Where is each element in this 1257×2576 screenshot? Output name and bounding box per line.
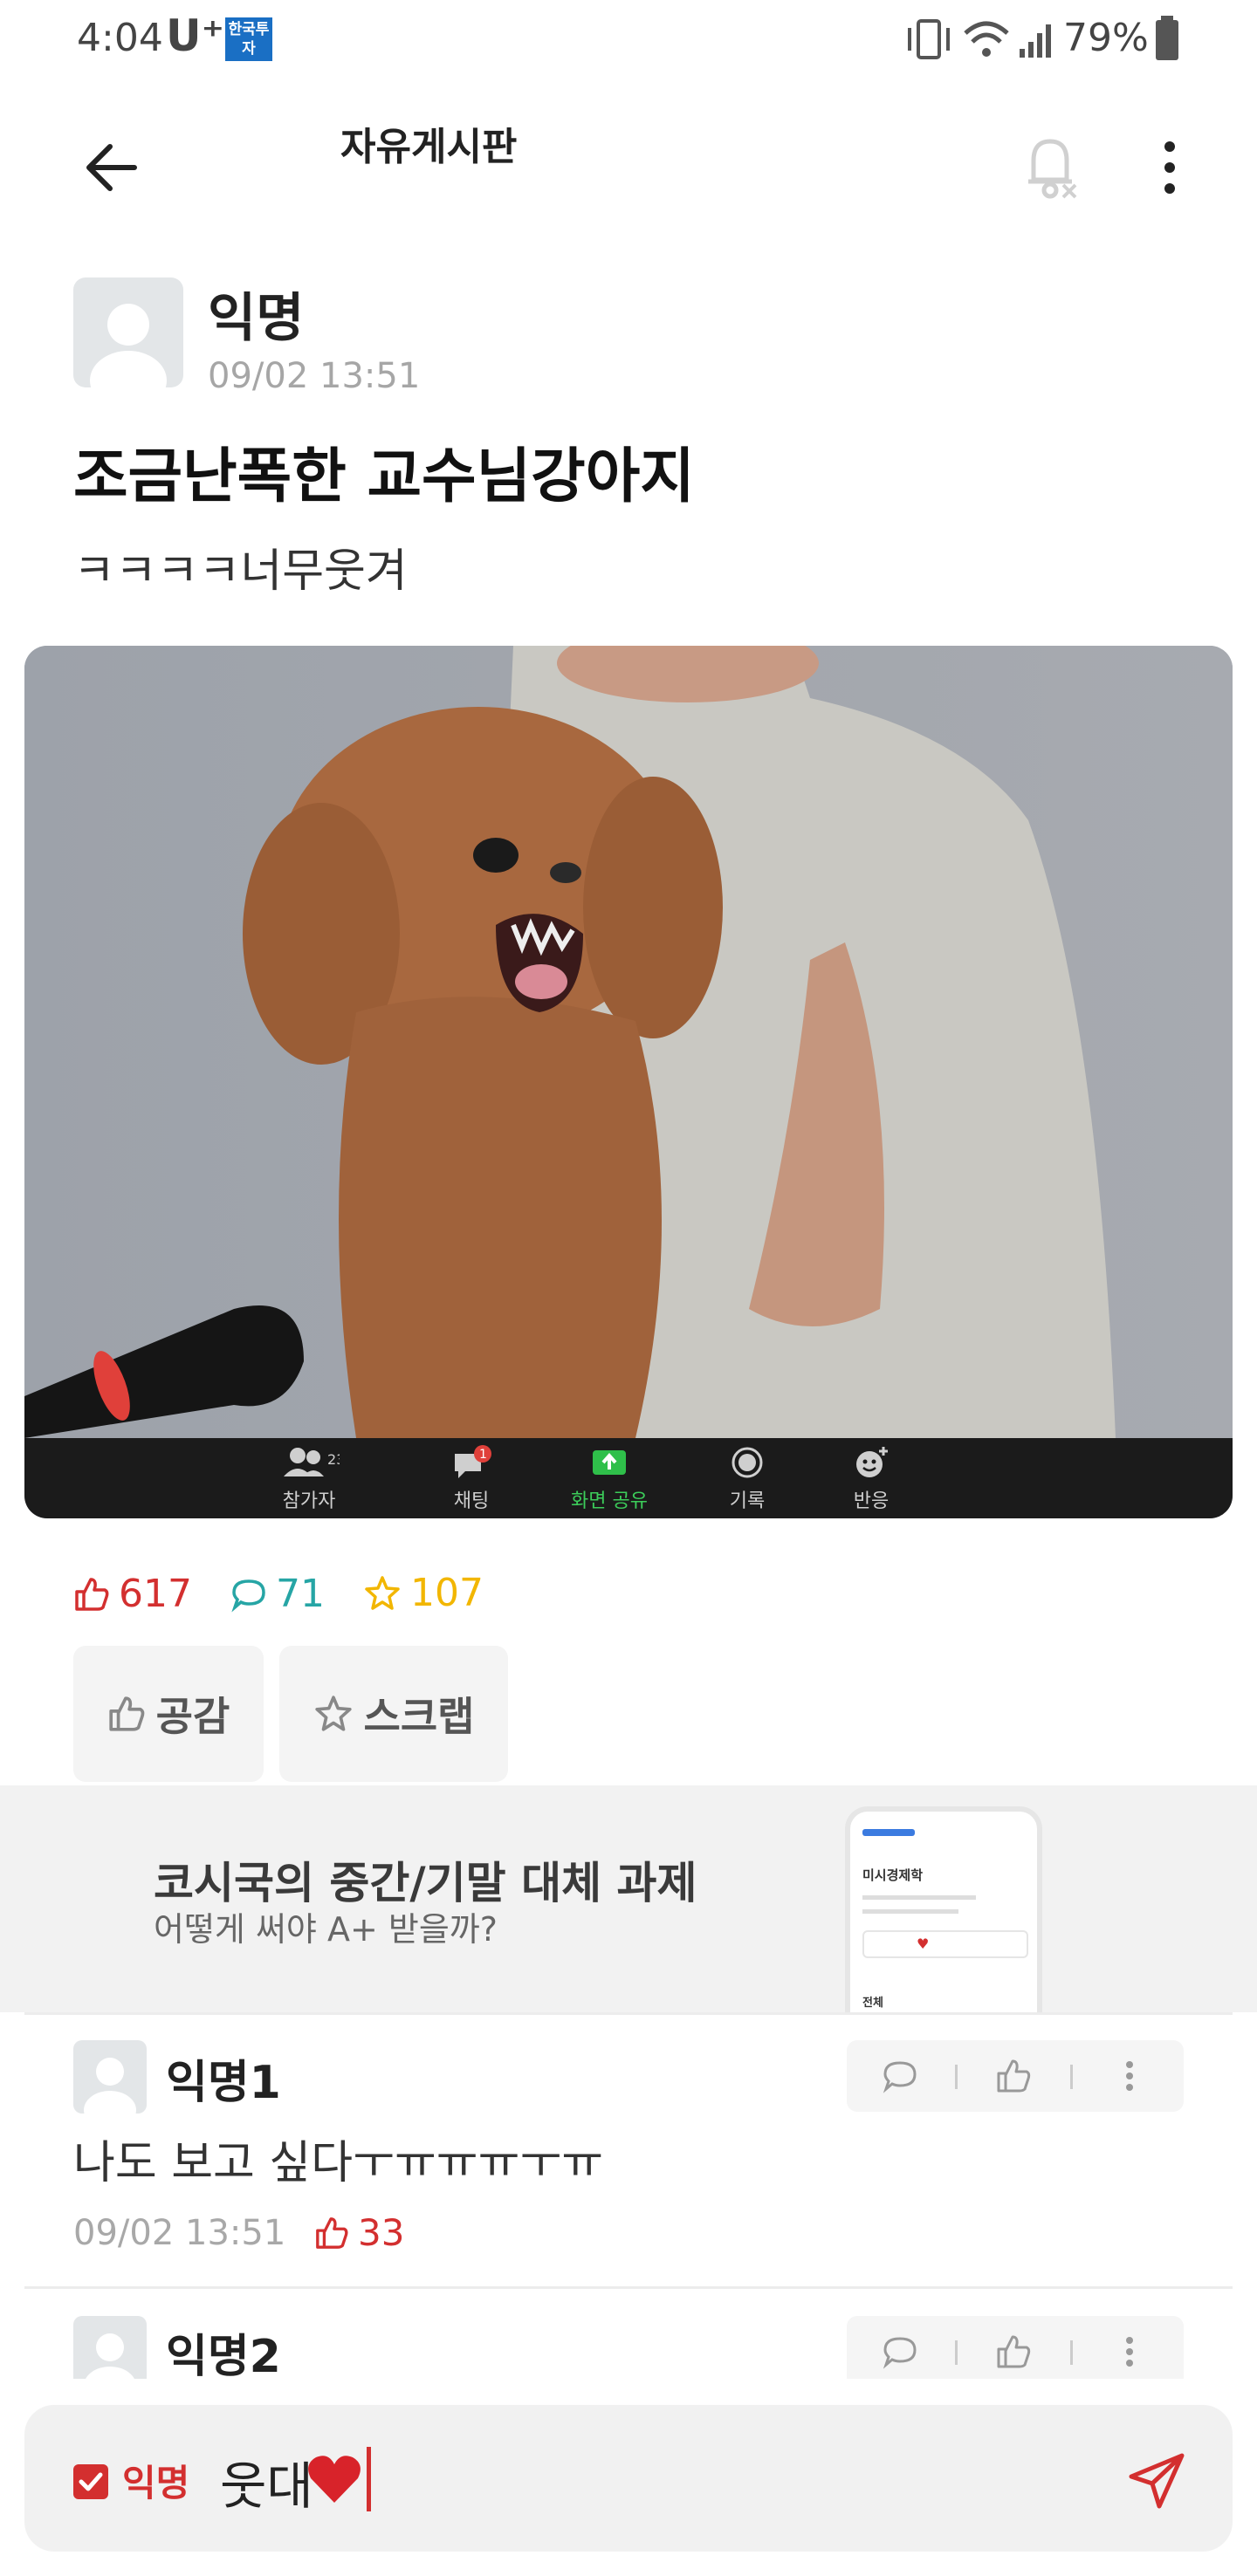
toolbar-record: 기록 — [695, 1445, 800, 1513]
comment-like-count: 33 — [314, 2211, 404, 2254]
ad-phone-mockup: 미시경제학 ♥ 전체 — [845, 1806, 1042, 2012]
carrier-label: U⁺ — [166, 10, 224, 61]
chat-icon: 1 — [455, 1445, 491, 1478]
toolbar-record-label: 기록 — [729, 1490, 766, 1512]
thumbs-up-icon — [109, 1696, 145, 1731]
toolbar-chat-label: 채팅 — [453, 1490, 490, 1512]
wifi-icon — [964, 21, 1009, 57]
send-icon[interactable] — [1126, 2450, 1187, 2511]
phone-course-title: 미시경제학 — [862, 1867, 924, 1883]
thumbs-up-icon[interactable] — [995, 2333, 1032, 2370]
comment-item: 익명2 — [0, 2312, 1257, 2379]
more-vertical-icon[interactable] — [1154, 138, 1185, 199]
comment-avatar — [73, 2040, 147, 2114]
phone-line — [862, 1895, 976, 1900]
thumbs-up-icon — [75, 1577, 109, 1611]
comment-count: 71 — [230, 1572, 325, 1616]
ad-subtitle: 어떻게 써야 A+ 받을까? — [154, 1910, 498, 1949]
post-author: 익명 — [208, 288, 305, 349]
dog-photo-illustration — [24, 646, 1233, 1438]
share-screen-icon — [593, 1450, 626, 1475]
toolbar-share-label: 화면 공유 — [571, 1490, 648, 1512]
back-arrow-icon[interactable] — [84, 140, 140, 195]
separator — [955, 2340, 958, 2365]
separator — [1070, 2340, 1073, 2365]
carrier-badge: 한국투자 — [225, 17, 272, 61]
comment-actions — [847, 2316, 1184, 2379]
thumbs-up-icon[interactable] — [995, 2058, 1032, 2094]
ad-banner[interactable]: 코시국의 중간/기말 대체 과제 어떻게 써야 A+ 받을까? 미시경제학 ♥ … — [0, 1785, 1257, 2012]
reply-icon[interactable] — [882, 2058, 918, 2094]
toolbar-reaction: 반응 — [819, 1445, 924, 1513]
scrap-button[interactable]: 스크랩 — [279, 1646, 508, 1782]
participants-icon: 23 — [284, 1448, 340, 1476]
battery-percent: 79% — [1063, 16, 1149, 60]
comment-input[interactable]: 웃대 — [220, 2445, 313, 2518]
reply-icon[interactable] — [882, 2333, 918, 2370]
post-image[interactable]: 23 참가자 1 채팅 화면 공유 기록 — [24, 646, 1233, 1518]
reaction-icon — [856, 1447, 888, 1477]
heart-icon: ♥ — [917, 1935, 930, 1952]
anonymous-label: 익명 — [122, 2462, 190, 2504]
more-vertical-icon[interactable] — [1121, 2058, 1138, 2094]
author-avatar — [73, 277, 183, 387]
comment-actions — [847, 2040, 1184, 2112]
post-title: 조금난폭한 교수님강아지 — [73, 442, 695, 511]
toolbar-reaction-label: 반응 — [853, 1490, 890, 1512]
vibrate-icon — [908, 19, 950, 59]
post-stats: 617 71 107 — [73, 1571, 510, 1623]
divider — [24, 2286, 1233, 2289]
svg-text:23: 23 — [327, 1451, 340, 1468]
star-icon — [365, 1575, 400, 1610]
video-toolbar: 23 참가자 1 채팅 화면 공유 기록 — [24, 1438, 1233, 1518]
comment-composer: 익명 웃대 — [24, 2405, 1233, 2552]
thumbs-up-icon — [316, 2216, 348, 2249]
anonymous-checkbox[interactable] — [73, 2464, 108, 2499]
toolbar-participants-label: 참가자 — [282, 1490, 336, 1512]
like-button[interactable]: 공감 — [73, 1646, 264, 1782]
toolbar-participants: 23 참가자 — [257, 1445, 361, 1513]
text-cursor — [367, 2447, 371, 2511]
comment-bubble-icon — [231, 1579, 265, 1612]
comment-author: 익명1 — [166, 2057, 281, 2109]
status-time: 4:04 — [77, 16, 163, 60]
comment-timestamp: 09/02 13:51 — [73, 2213, 286, 2253]
like-button-label: 공감 — [155, 1693, 230, 1740]
record-icon — [732, 1447, 763, 1478]
phone-line — [862, 1909, 958, 1914]
svg-text:1: 1 — [479, 1448, 487, 1462]
red-heart-icon — [308, 2456, 361, 2503]
toolbar-share-screen: 화면 공유 — [557, 1445, 662, 1513]
signal-icon — [1020, 24, 1051, 58]
phone-nav-bar — [862, 1829, 915, 1836]
separator — [955, 2065, 958, 2089]
phone-button: ♥ — [862, 1930, 1028, 1958]
default-avatar-icon — [90, 304, 167, 387]
divider — [24, 2012, 1233, 2015]
comment-text: 나도 보고 싶다ㅜㅠㅠㅠㅜㅠ — [73, 2137, 604, 2189]
check-icon — [79, 2472, 103, 2491]
bell-off-icon[interactable] — [1021, 131, 1079, 201]
comment-author: 익명2 — [166, 2331, 281, 2379]
battery-icon — [1156, 16, 1178, 60]
default-avatar-icon — [84, 2058, 136, 2114]
more-vertical-icon[interactable] — [1121, 2333, 1138, 2370]
post-body: ㅋㅋㅋㅋ너무웃겨 — [73, 545, 408, 598]
status-bar: 4:04 U⁺ 한국투자 79% — [0, 0, 1257, 83]
star-icon — [314, 1696, 352, 1731]
phone-tab: 전체 — [862, 1997, 883, 2010]
comment-avatar — [73, 2316, 147, 2379]
like-count: 617 — [73, 1572, 192, 1616]
default-avatar-icon — [86, 2333, 134, 2379]
toolbar-chat: 1 채팅 — [419, 1445, 524, 1513]
page-title: 자유게시판 — [340, 125, 518, 169]
scrap-count: 107 — [363, 1571, 484, 1615]
separator — [1070, 2065, 1073, 2089]
scrap-button-label: 스크랩 — [363, 1693, 475, 1740]
post-timestamp: 09/02 13:51 — [208, 356, 421, 396]
